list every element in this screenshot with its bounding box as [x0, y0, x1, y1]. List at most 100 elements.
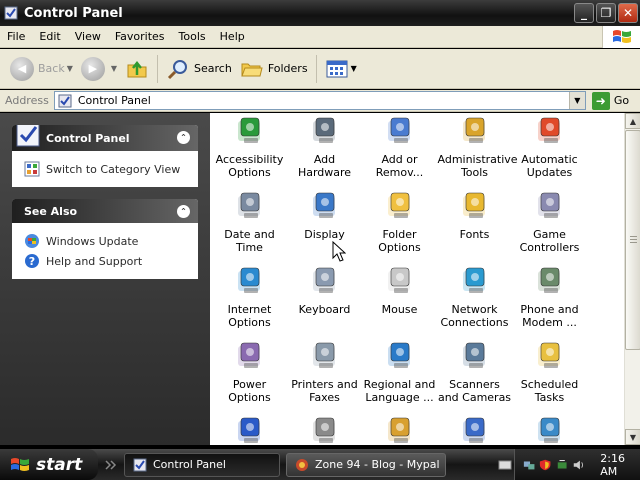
- views-icon: [326, 60, 348, 77]
- back-button[interactable]: ◀ Back ▼: [6, 53, 77, 85]
- safely-remove-icon[interactable]: [556, 458, 568, 472]
- control-panel-item[interactable]: Internet Options: [212, 265, 287, 340]
- help-and-support-link[interactable]: ? Help and Support: [24, 251, 188, 271]
- collapse-icon[interactable]: ⌃: [177, 131, 190, 144]
- control-panel-icon: [58, 94, 72, 107]
- windows-update-link[interactable]: Windows Update: [24, 231, 188, 251]
- folders-label: Folders: [267, 62, 308, 75]
- control-panel-item[interactable]: Mouse: [362, 265, 437, 340]
- search-icon: [167, 59, 188, 79]
- control-panel-item[interactable]: Accessibility Options: [212, 115, 287, 190]
- vertical-scrollbar[interactable]: ▲ ▼: [624, 113, 640, 445]
- control-panel-item[interactable]: Keyboard: [287, 265, 362, 340]
- display-icon: [312, 192, 335, 218]
- task-pane: Control Panel ⌃ Switch to Category View …: [0, 113, 210, 445]
- menu-tools[interactable]: Tools: [172, 30, 213, 43]
- panel-header[interactable]: Control Panel ⌃: [12, 125, 198, 151]
- chevron-down-icon[interactable]: ▼: [111, 64, 117, 73]
- control-panel-item[interactable]: Add or Remov...: [362, 115, 437, 190]
- control-panel-item-label: Date and Time: [224, 228, 275, 254]
- control-panel-item[interactable]: Regional and Language ...: [362, 340, 437, 415]
- chevron-down-icon[interactable]: ▼: [351, 64, 357, 73]
- automatic-updates-icon: [537, 117, 560, 143]
- control-panel-item[interactable]: Power Options: [212, 340, 287, 415]
- internet-options-icon: [237, 267, 260, 293]
- menu-edit[interactable]: Edit: [32, 30, 67, 43]
- panel-header[interactable]: See Also ⌃: [12, 199, 198, 223]
- maximize-button[interactable]: ❐: [596, 3, 616, 23]
- keyboard-icon[interactable]: [498, 459, 512, 471]
- collapse-icon[interactable]: ⌃: [177, 205, 190, 218]
- go-button[interactable]: ➜ Go: [591, 91, 629, 110]
- control-panel-item-label: Scheduled Tasks: [520, 378, 579, 404]
- control-panel-item[interactable]: [512, 415, 587, 445]
- control-panel-item[interactable]: Printers and Faxes: [287, 340, 362, 415]
- control-panel-item[interactable]: Automatic Updates: [512, 115, 587, 190]
- control-panel-item[interactable]: Network Connections: [437, 265, 512, 340]
- address-dropdown-button[interactable]: ▼: [568, 92, 585, 109]
- printer-icon: [312, 342, 335, 368]
- scroll-up-button[interactable]: ▲: [625, 113, 640, 129]
- up-folder-button[interactable]: [121, 53, 153, 85]
- control-panel-item[interactable]: Add Hardware: [287, 115, 362, 190]
- title-bar: Control Panel _ ❐ ✕: [0, 0, 640, 26]
- control-panel-item[interactable]: Date and Time: [212, 190, 287, 265]
- clock[interactable]: 2:16 AM: [600, 452, 640, 478]
- panel-title: See Also: [24, 204, 78, 218]
- address-label: Address: [5, 94, 49, 107]
- minimize-button[interactable]: _: [574, 3, 594, 23]
- network-icon: [462, 267, 485, 293]
- scroll-thumb[interactable]: [625, 130, 640, 350]
- security-center-icon: [237, 417, 260, 443]
- start-button[interactable]: start: [0, 449, 98, 480]
- menu-favorites[interactable]: Favorites: [108, 30, 172, 43]
- scroll-down-button[interactable]: ▼: [625, 429, 640, 445]
- control-panel-item[interactable]: Folder Options: [362, 190, 437, 265]
- menu-view[interactable]: View: [68, 30, 108, 43]
- search-button[interactable]: Search: [162, 53, 236, 85]
- control-panel-item[interactable]: [287, 415, 362, 445]
- control-panel-item[interactable]: Scanners and Cameras: [437, 340, 512, 415]
- switch-to-category-view-link[interactable]: Switch to Category View: [24, 159, 188, 179]
- control-panel-item-label: Phone and Modem ...: [520, 303, 579, 329]
- volume-icon[interactable]: [572, 458, 584, 472]
- control-panel-item-label: Scanners and Cameras: [437, 378, 512, 404]
- control-panel-item[interactable]: Fonts: [437, 190, 512, 265]
- control-panel-item[interactable]: Game Controllers: [512, 190, 587, 265]
- fonts-icon: [462, 192, 485, 218]
- control-panel-item-label: Power Options: [228, 378, 271, 404]
- control-panel-item[interactable]: Scheduled Tasks: [512, 340, 587, 415]
- folders-icon: [241, 63, 263, 76]
- add-remove-icon: [387, 117, 410, 143]
- control-panel-item[interactable]: Phone and Modem ...: [512, 265, 587, 340]
- control-panel-item-label: Keyboard: [298, 303, 351, 316]
- power-icon: [237, 342, 260, 368]
- chevron-down-icon[interactable]: ▼: [67, 64, 73, 73]
- toolbar-separator: [315, 54, 317, 83]
- forward-button[interactable]: ▶ ▼: [77, 53, 121, 85]
- network-tray-icon[interactable]: [523, 458, 535, 472]
- sounds-icon: [312, 417, 335, 443]
- control-panel-item[interactable]: Administrative Tools: [437, 115, 518, 190]
- control-panel-item[interactable]: Display: [287, 190, 362, 265]
- windows-logo-icon: [602, 26, 640, 48]
- control-panel-item[interactable]: [362, 415, 437, 445]
- quick-launch-icon[interactable]: [104, 459, 118, 471]
- taskbar-button-mypal[interactable]: Zone 94 - Blog - Mypal: [286, 452, 446, 477]
- security-shield-icon[interactable]: [539, 458, 551, 472]
- views-button[interactable]: ▼: [321, 53, 361, 85]
- taskbar: start Control Panel Zone 94 - Blog - Myp…: [0, 449, 640, 480]
- address-input[interactable]: Control Panel ▼: [53, 91, 586, 110]
- control-panel-item[interactable]: [437, 415, 512, 445]
- taskbar-button-control-panel[interactable]: Control Panel: [124, 452, 280, 477]
- close-button[interactable]: ✕: [618, 3, 638, 23]
- control-panel-item[interactable]: [212, 415, 287, 445]
- menu-file[interactable]: File: [0, 30, 32, 43]
- folder-options-icon: [387, 192, 410, 218]
- task-label: Help and Support: [46, 254, 143, 268]
- menu-help[interactable]: Help: [213, 30, 252, 43]
- control-panel-item-label: Game Controllers: [519, 228, 580, 254]
- globe-icon: [387, 342, 410, 368]
- add-hardware-icon: [312, 117, 335, 143]
- folders-button[interactable]: Folders: [236, 53, 312, 85]
